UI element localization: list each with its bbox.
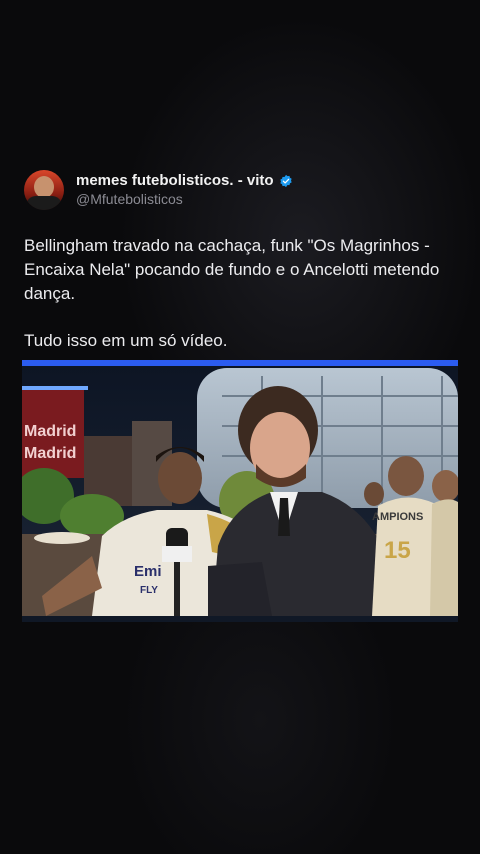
- tweet-text-paragraph-2: Tudo isso em um só vídeo.: [24, 331, 228, 350]
- shirt-text-2: FLY: [140, 585, 158, 596]
- handle[interactable]: @Mfutebolisticos: [76, 190, 293, 208]
- avatar-face: [34, 176, 54, 198]
- name-block: memes futebolisticos. - vito @Mfutebolis…: [76, 172, 293, 208]
- tweet-text: Bellingham travado na cachaça, funk "Os …: [24, 234, 464, 353]
- video-frame: Madrid Madrid Emi FLY AMPIONS 15: [22, 366, 458, 616]
- tweet-header: memes futebolisticos. - vito @Mfutebolis…: [24, 170, 293, 210]
- verified-badge-icon: [279, 174, 292, 188]
- shirt-text: Emi: [134, 563, 162, 580]
- fan-shirt-text: AMPIONS: [372, 511, 423, 523]
- tweet-text-paragraph-1: Bellingham travado na cachaça, funk "Os …: [24, 236, 440, 303]
- video-player[interactable]: Madrid Madrid Emi FLY AMPIONS 15: [22, 360, 458, 622]
- avatar-shirt: [26, 196, 62, 210]
- sign-text-2: Madrid: [24, 445, 76, 462]
- fan-shirt-number: 15: [384, 537, 411, 564]
- sign-text-1: Madrid: [24, 423, 76, 440]
- display-name[interactable]: memes futebolisticos. - vito: [76, 172, 274, 190]
- name-row: memes futebolisticos. - vito: [76, 172, 293, 190]
- profile-avatar[interactable]: [24, 170, 64, 210]
